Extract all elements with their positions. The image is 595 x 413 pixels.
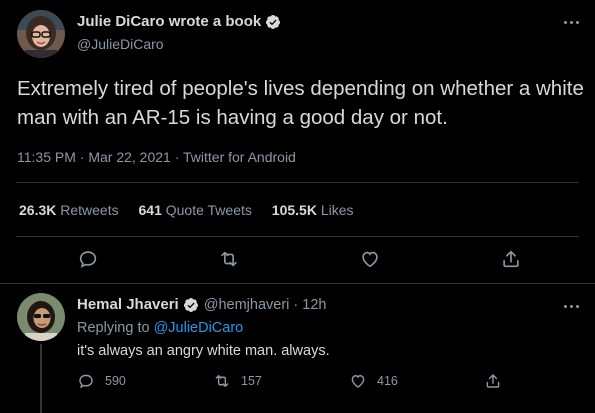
retweets-stat[interactable]: 26.3K Retweets: [19, 202, 119, 218]
divider: [16, 236, 579, 237]
share-icon: [486, 374, 500, 388]
retweet-icon: [215, 375, 229, 387]
reply-reply-button[interactable]: 590: [77, 372, 126, 390]
likes-stat[interactable]: 105.5K Likes: [272, 202, 354, 218]
reply-retweet-button[interactable]: 157: [213, 372, 262, 390]
replying-to-prefix: Replying to: [77, 320, 150, 336]
quote-tweets-count: 641: [138, 202, 162, 218]
author-name-text[interactable]: Julie DiCaro wrote a book: [77, 13, 261, 30]
reply-icon: [79, 374, 93, 389]
reply-likes-count: 416: [377, 374, 398, 388]
reply-author-name[interactable]: Hemal Jhaveri: [77, 296, 179, 313]
reply-share-button[interactable]: [484, 372, 512, 390]
quote-tweets-label: Quote Tweets: [165, 202, 252, 218]
verified-badge-icon: [183, 297, 198, 312]
author-handle[interactable]: @JulieDiCaro: [77, 36, 164, 52]
retweets-label: Retweets: [60, 202, 119, 218]
reply-handle-time[interactable]: @hemjhaveri · 12h: [204, 297, 327, 313]
retweet-icon[interactable]: [218, 248, 240, 270]
retweets-count: 26.3K: [19, 202, 57, 218]
reply-text: it's always an angry white man. always.: [77, 343, 330, 359]
replying-to: Replying to @JulieDiCaro: [77, 320, 243, 336]
reply-retweets-count: 157: [241, 374, 262, 388]
tweet-text: Extremely tired of people's lives depend…: [17, 77, 584, 129]
quote-tweets-stat[interactable]: 641 Quote Tweets: [139, 202, 252, 218]
reply-like-button[interactable]: 416: [349, 372, 398, 390]
like-icon[interactable]: [359, 248, 381, 270]
tweet-stats: 26.3K Retweets 641 Quote Tweets 105.5K L…: [19, 202, 370, 218]
tweet-timestamp-source[interactable]: 11:35 PM · Mar 22, 2021 · Twitter for An…: [17, 149, 296, 165]
more-options-icon[interactable]: [561, 14, 581, 30]
author-avatar[interactable]: [17, 10, 65, 58]
reply-author-avatar[interactable]: [17, 293, 65, 341]
reply-author-line[interactable]: Hemal Jhaveri @hemjhaveri · 12h: [77, 296, 326, 313]
author-display-name[interactable]: Julie DiCaro wrote a book: [77, 13, 281, 30]
thread-line: [40, 344, 42, 413]
share-icon[interactable]: [500, 248, 522, 270]
reply-replies-count: 590: [105, 374, 126, 388]
verified-badge-icon: [266, 14, 281, 29]
like-icon: [351, 375, 365, 388]
divider: [16, 182, 579, 183]
replying-to-handle-link[interactable]: @JulieDiCaro: [154, 320, 244, 336]
reply-more-options-icon[interactable]: [561, 298, 581, 314]
likes-count: 105.5K: [271, 202, 317, 218]
divider: [0, 283, 595, 284]
reply-icon[interactable]: [77, 248, 99, 270]
likes-label: Likes: [320, 202, 354, 218]
